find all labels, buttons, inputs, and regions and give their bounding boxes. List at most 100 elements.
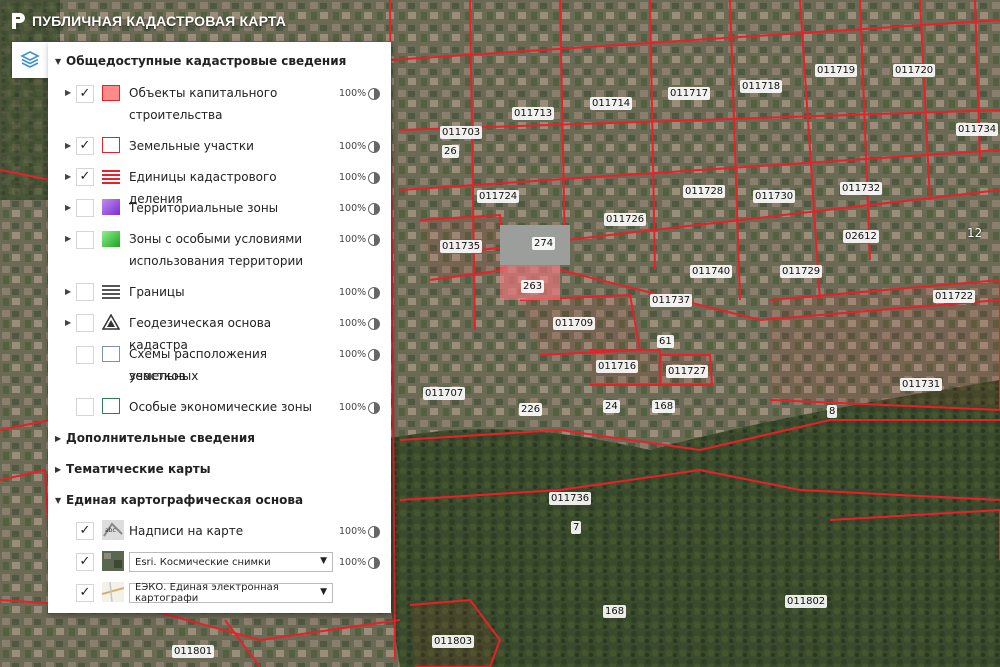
map-label: 011707 <box>423 387 466 400</box>
select-value: ЕЭКО. Единая электронная картографи <box>135 582 279 604</box>
app-title-text: ПУБЛИЧНАЯ КАДАСТРОВАЯ КАРТА <box>32 13 287 29</box>
layer-label-line2: участков <box>129 369 186 383</box>
opacity-control-icon[interactable] <box>368 141 380 153</box>
map-label: 011727 <box>666 365 709 378</box>
expand-arrow-icon[interactable]: ▶ <box>65 172 71 181</box>
opacity-control-icon[interactable] <box>368 88 380 100</box>
layer-label: Объекты капитального <box>129 86 278 100</box>
map-label: 011722 <box>933 290 976 303</box>
expand-arrow-icon[interactable]: ▶ <box>65 88 71 97</box>
base-map-thumb-icon <box>102 582 124 602</box>
opacity-control-icon[interactable] <box>368 234 380 246</box>
section-public-cadastre[interactable]: ▼ Общедоступные кадастровые сведения <box>55 54 346 68</box>
layer-checkbox[interactable] <box>76 398 94 416</box>
map-label: 011736 <box>549 492 592 505</box>
layer-checkbox[interactable]: ✓ <box>76 137 94 155</box>
layer-row-economic-zones[interactable]: Особые экономические зоны 100% <box>48 396 391 418</box>
map-label: 011724 <box>477 190 520 203</box>
section-title: Тематические карты <box>66 462 211 476</box>
satellite-thumb-icon <box>102 551 124 571</box>
satellite-source-select[interactable]: Esri. Космические снимки ▼ <box>129 552 333 572</box>
opacity-control-icon[interactable] <box>368 172 380 184</box>
layer-row-borders[interactable]: ▶ Границы 100% <box>48 281 391 303</box>
expand-arrow-icon[interactable]: ▶ <box>65 141 71 150</box>
layer-row-special-zones[interactable]: ▶ Зоны с особыми условиями использования… <box>48 228 391 272</box>
layer-checkbox[interactable] <box>76 346 94 364</box>
section-additional-info[interactable]: ▶ Дополнительные сведения <box>55 431 255 445</box>
expand-arrow-icon[interactable]: ▶ <box>65 287 71 296</box>
opacity-value: 100% <box>339 526 367 537</box>
map-label: 011717 <box>668 87 711 100</box>
layer-checkbox[interactable] <box>76 231 94 249</box>
opacity-control-icon[interactable] <box>368 203 380 215</box>
map-label: 011802 <box>785 595 828 608</box>
layer-checkbox[interactable]: ✓ <box>76 584 94 602</box>
layer-row-geodetic[interactable]: ▶ Геодезическая основа кадастра 100% <box>48 312 391 352</box>
layer-checkbox[interactable] <box>76 283 94 301</box>
layer-row-land-plots[interactable]: ▶ ✓ Земельные участки 100% <box>48 135 391 157</box>
opacity-control-icon[interactable] <box>368 402 380 414</box>
expand-arrow-icon[interactable]: ▶ <box>65 234 71 243</box>
layer-label: Территориальные зоны <box>129 201 279 215</box>
expand-arrow-icon[interactable]: ▶ <box>65 318 71 327</box>
opacity-value: 100% <box>339 318 367 329</box>
opacity-value: 100% <box>339 287 367 298</box>
section-title: Дополнительные сведения <box>66 431 255 445</box>
app-title[interactable]: ПУБЛИЧНАЯ КАДАСТРОВАЯ КАРТА <box>10 10 286 32</box>
map-label: 011730 <box>753 190 796 203</box>
opacity-control-icon[interactable] <box>368 557 380 569</box>
layer-row-capital-objects[interactable]: ▶ ✓ Объекты капитального строительства 1… <box>48 82 391 126</box>
layer-checkbox[interactable]: ✓ <box>76 553 94 571</box>
expand-icon: ▶ <box>55 464 62 474</box>
pkk-logo-icon <box>12 13 25 29</box>
layers-button[interactable] <box>12 42 48 78</box>
map-label: 011735 <box>440 240 483 253</box>
layer-checkbox[interactable]: ✓ <box>76 522 94 540</box>
map-label: 011801 <box>172 645 215 658</box>
section-title: Единая картографическая основа <box>66 493 304 507</box>
dropdown-arrow-icon: ▼ <box>320 587 327 597</box>
select-value: Esri. Космические снимки <box>135 556 271 568</box>
map-label: 8 <box>827 405 838 418</box>
collapse-icon: ▼ <box>55 56 62 66</box>
layer-checkbox[interactable]: ✓ <box>76 85 94 103</box>
layer-row-satellite[interactable]: ✓ Esri. Космические снимки ▼ 100% <box>48 551 391 573</box>
layer-label-line2: строительства <box>129 108 223 122</box>
layers-icon <box>20 51 40 68</box>
opacity-control-icon[interactable] <box>368 318 380 330</box>
map-label: 011737 <box>650 294 693 307</box>
section-base-map[interactable]: ▼ Единая картографическая основа <box>55 493 303 507</box>
map-label: 263 <box>521 280 545 293</box>
opacity-control-icon[interactable] <box>368 287 380 299</box>
base-map-source-select[interactable]: ЕЭКО. Единая электронная картографи ▼ <box>129 582 333 604</box>
map-label: 011726 <box>604 213 647 226</box>
section-title: Общедоступные кадастровые сведения <box>66 54 347 68</box>
expand-icon: ▶ <box>55 433 62 443</box>
opacity-value: 100% <box>339 203 367 214</box>
layer-row-territorial-zones[interactable]: ▶ Территориальные зоны 100% <box>48 197 391 219</box>
layer-row-cadastral-units[interactable]: ▶ ✓ Единицы кадастрового деления 100% <box>48 166 391 206</box>
map-label: 011703 <box>440 126 483 139</box>
opacity-value: 100% <box>339 172 367 183</box>
layer-checkbox[interactable] <box>76 314 94 332</box>
map-label: 274 <box>532 237 556 250</box>
section-thematic-maps[interactable]: ▶ Тематические карты <box>55 462 211 476</box>
map-label: 011734 <box>956 123 999 136</box>
expand-arrow-icon[interactable]: ▶ <box>65 203 71 212</box>
map-label: 7 <box>571 521 582 534</box>
map-label: 26 <box>442 145 459 158</box>
top-bar: ПУБЛИЧНАЯ КАДАСТРОВАЯ КАРТА <box>0 0 1000 42</box>
opacity-control-icon[interactable] <box>368 526 380 538</box>
layer-label: Особые экономические зоны <box>129 400 313 414</box>
map-label: 24 <box>603 400 620 413</box>
layer-checkbox[interactable]: ✓ <box>76 168 94 186</box>
opacity-control-icon[interactable] <box>368 349 380 361</box>
layer-label: Зоны с особыми условиями <box>129 232 303 246</box>
map-label: 011729 <box>780 265 823 278</box>
map-label: 011803 <box>432 635 475 648</box>
layer-row-land-schemes[interactable]: Схемы расположения земельных участков 10… <box>48 343 391 387</box>
cadastral-units-legend-icon <box>102 168 120 184</box>
layer-checkbox[interactable] <box>76 199 94 217</box>
layer-row-map-labels[interactable]: ✓ abc Надписи на карте 100% <box>48 520 391 542</box>
layer-row-base-cartography[interactable]: ✓ ЕЭКО. Единая электронная картографи ▼ <box>48 582 391 604</box>
